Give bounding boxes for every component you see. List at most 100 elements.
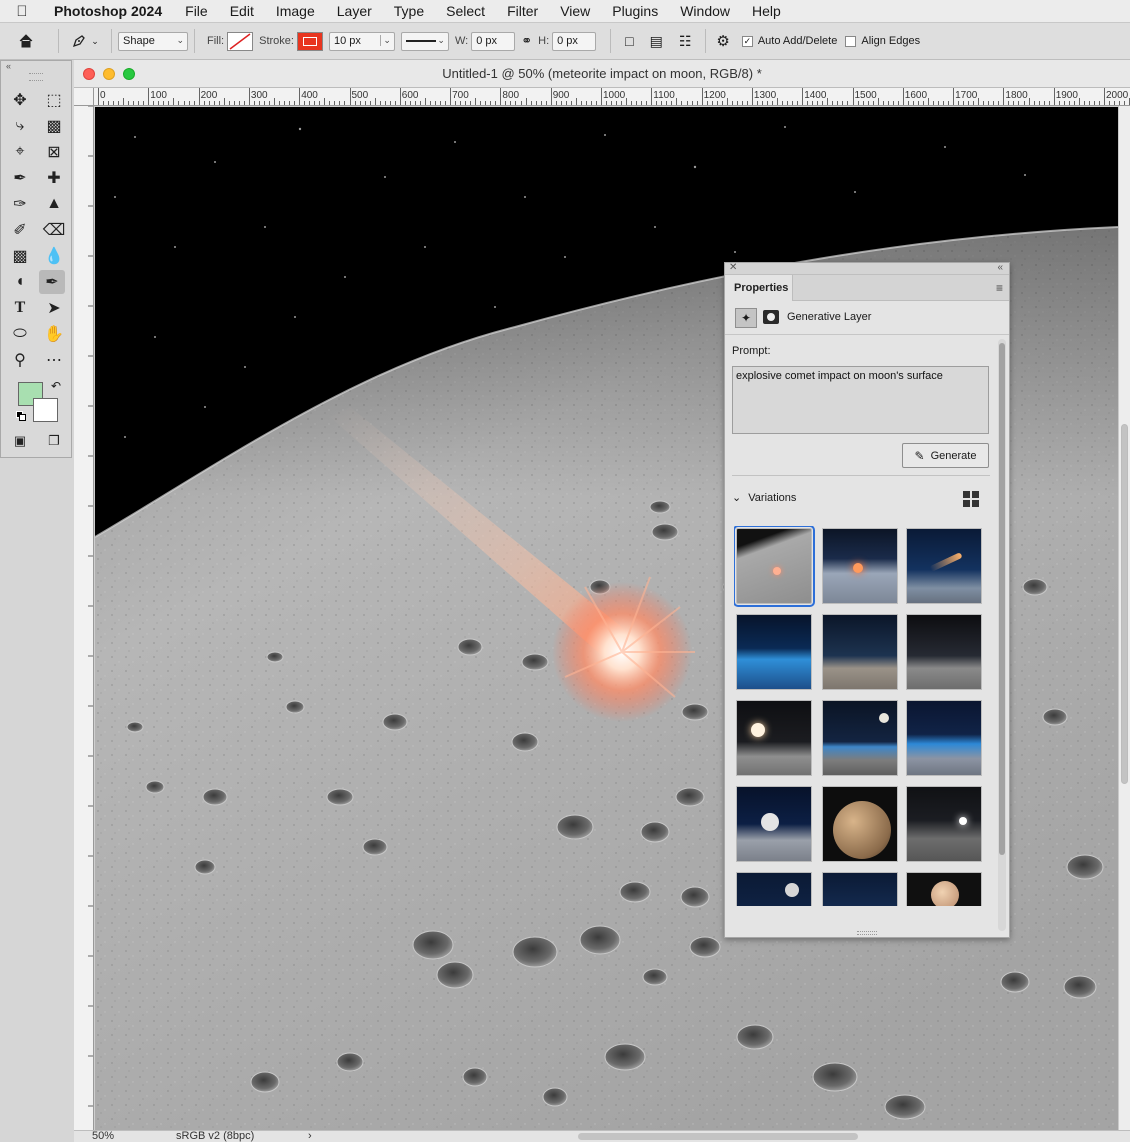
dodge-tool-icon[interactable]: ◖ <box>7 270 33 294</box>
zoom-window-button[interactable] <box>123 68 135 80</box>
frame-tool-icon[interactable]: ⊠ <box>41 140 67 164</box>
mask-icon[interactable] <box>763 310 779 324</box>
stroke-type-select[interactable]: ⌄ <box>400 31 449 51</box>
variation-thumbnail[interactable] <box>736 872 812 906</box>
brush-tool-icon[interactable]: ✑ <box>7 192 33 216</box>
height-field[interactable]: 0 px <box>552 31 597 51</box>
close-panel-icon[interactable]: ✕ <box>729 262 737 273</box>
properties-scrollbar[interactable] <box>998 339 1006 931</box>
pen-mode-select[interactable]: Shape ⌄ <box>118 31 188 51</box>
pen-tool-preset-picker[interactable]: ⌄ <box>65 23 105 59</box>
close-window-button[interactable] <box>83 68 95 80</box>
panel-menu-icon[interactable]: ≡ <box>996 281 1003 295</box>
menu-image[interactable]: Image <box>265 3 326 19</box>
menu-view[interactable]: View <box>549 3 601 19</box>
crop-tool-icon[interactable]: ⌖ <box>7 140 33 164</box>
stroke-swatch[interactable] <box>296 31 323 51</box>
grid-view-icon[interactable] <box>963 491 979 507</box>
variation-thumbnail[interactable] <box>822 700 898 776</box>
collapse-panel-icon[interactable]: « <box>1 61 71 71</box>
menu-layer[interactable]: Layer <box>326 3 383 19</box>
auto-add-delete-checkbox[interactable]: ✓ <box>741 35 753 47</box>
tab-properties[interactable]: Properties <box>725 275 793 301</box>
ruler-label: 400 <box>301 90 318 101</box>
collapse-panel-icon[interactable]: « <box>997 262 1003 273</box>
menu-select[interactable]: Select <box>435 3 496 19</box>
eraser-tool-icon[interactable]: ⌫ <box>41 218 67 242</box>
variation-thumbnail[interactable] <box>906 528 982 604</box>
healing-brush-tool-icon[interactable]: ✚ <box>41 166 67 190</box>
menu-filter[interactable]: Filter <box>496 3 549 19</box>
pen-tool-icon[interactable]: ✒ <box>39 270 65 294</box>
variation-thumbnail[interactable] <box>736 700 812 776</box>
path-selection-tool-icon[interactable]: ➤ <box>41 296 67 320</box>
status-expand-arrow[interactable]: › <box>308 1130 312 1142</box>
vertical-scroll-thumb[interactable] <box>1121 424 1128 784</box>
background-color-swatch[interactable] <box>33 398 58 422</box>
move-tool-icon[interactable]: ✥ <box>7 88 33 112</box>
vertical-scrollbar[interactable] <box>1118 106 1130 1130</box>
horizontal-scroll-thumb[interactable] <box>578 1133 858 1140</box>
variation-thumbnail[interactable] <box>736 614 812 690</box>
variation-thumbnail[interactable] <box>736 786 812 862</box>
object-selection-tool-icon[interactable]: ▩ <box>41 114 67 138</box>
gear-icon[interactable]: ⚙ <box>716 32 729 50</box>
menu-plugins[interactable]: Plugins <box>601 3 669 19</box>
ellipse-tool-icon[interactable]: ⬭ <box>7 322 33 346</box>
gradient-tool-icon[interactable]: ▩ <box>7 244 33 268</box>
app-name-menu[interactable]: Photoshop 2024 <box>44 3 174 19</box>
eyedropper-tool-icon[interactable]: ✒ <box>7 166 33 190</box>
variation-thumbnail[interactable] <box>906 614 982 690</box>
variation-thumbnail[interactable] <box>822 614 898 690</box>
type-tool-icon[interactable]: T <box>7 296 33 320</box>
path-operations-icon[interactable]: □ <box>625 33 633 49</box>
swap-colors-icon[interactable]: ↶ <box>51 379 61 393</box>
home-icon[interactable] <box>0 23 52 59</box>
lasso-tool-icon[interactable]: ⤷ <box>7 114 33 138</box>
generate-button[interactable]: ✎ Generate <box>902 443 989 468</box>
menu-edit[interactable]: Edit <box>219 3 265 19</box>
variation-thumbnail[interactable] <box>822 786 898 862</box>
blur-tool-icon[interactable]: 💧 <box>41 244 67 268</box>
variation-thumbnail[interactable] <box>734 526 815 607</box>
path-arrangement-icon[interactable]: ☷ <box>679 33 692 50</box>
quick-mask-icon[interactable]: ▣ <box>7 429 33 453</box>
menu-help[interactable]: Help <box>741 3 792 19</box>
apple-icon[interactable]:  <box>0 3 44 20</box>
properties-scroll-thumb[interactable] <box>999 343 1005 855</box>
horizontal-ruler[interactable]: 0 100 200 300 400 500 600 700 800 900 1000 1100 1200… <box>94 88 1130 106</box>
screen-mode-icon[interactable]: ❐ <box>41 429 67 453</box>
menu-type[interactable]: Type <box>383 3 435 19</box>
zoom-level[interactable]: 50% <box>92 1130 114 1142</box>
clone-stamp-tool-icon[interactable]: ▲ <box>41 192 67 216</box>
more-tools-icon[interactable]: ⋯ <box>41 348 67 372</box>
variation-thumbnail[interactable] <box>906 786 982 862</box>
variation-thumbnail[interactable] <box>906 700 982 776</box>
zoom-tool-icon[interactable]: ⚲ <box>7 348 33 372</box>
path-alignment-icon[interactable]: ▤ <box>650 33 663 50</box>
document-title-bar[interactable]: Untitled-1 @ 50% (meteorite impact on mo… <box>74 60 1130 88</box>
vertical-ruler[interactable] <box>74 106 94 1130</box>
panel-resize-grip[interactable] <box>857 931 877 935</box>
ruler-corner[interactable] <box>74 88 94 106</box>
variation-thumbnail[interactable] <box>822 872 898 906</box>
menu-window[interactable]: Window <box>669 3 741 19</box>
hand-tool-icon[interactable]: ✋ <box>41 322 67 346</box>
prompt-textarea[interactable]: explosive comet impact on moon's surface <box>732 366 989 434</box>
variations-header[interactable]: ⌄ Variations <box>732 491 796 504</box>
panel-grip[interactable] <box>29 73 43 81</box>
variation-thumbnail[interactable] <box>906 872 982 906</box>
align-edges-checkbox[interactable] <box>845 35 857 47</box>
history-brush-tool-icon[interactable]: ✐ <box>7 218 33 242</box>
minimize-window-button[interactable] <box>103 68 115 80</box>
fill-swatch[interactable] <box>227 31 254 51</box>
menu-file[interactable]: File <box>174 3 219 19</box>
panel-header[interactable]: ✕ « <box>725 262 1009 275</box>
variation-thumbnail[interactable] <box>822 528 898 604</box>
stroke-width-field[interactable]: 10 px ⌄ <box>328 31 395 51</box>
width-field[interactable]: 0 px <box>471 31 516 51</box>
ruler-minor-tick <box>681 101 683 105</box>
link-icon[interactable]: ⚭ <box>521 33 532 49</box>
default-colors-icon[interactable] <box>16 411 26 421</box>
marquee-tool-icon[interactable]: ⬚ <box>41 88 67 112</box>
